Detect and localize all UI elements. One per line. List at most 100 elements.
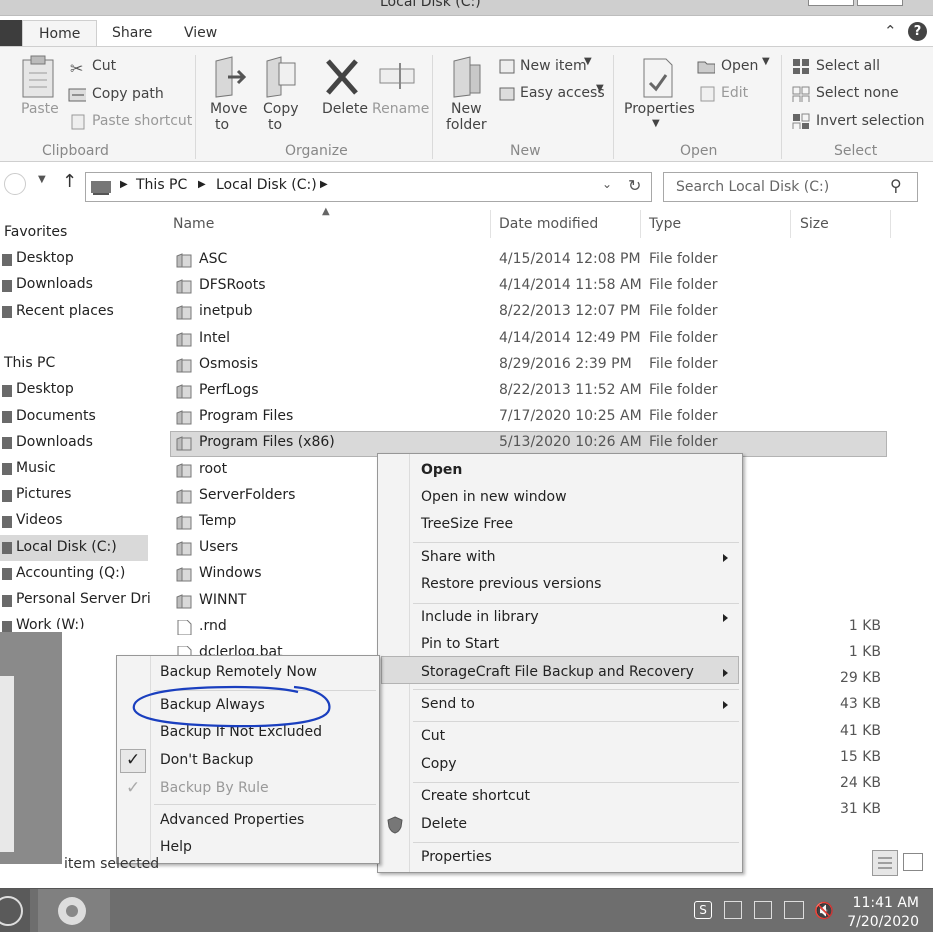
column-divider[interactable] xyxy=(890,210,891,238)
menu-restore-versions[interactable]: Restore previous versions xyxy=(421,576,601,592)
paste-button[interactable]: Paste xyxy=(21,101,59,117)
file-name-cell[interactable]: ASC xyxy=(199,251,227,267)
paste-shortcut-button[interactable]: Paste shortcut xyxy=(92,113,192,129)
new-item-dropdown-icon[interactable]: ▼ xyxy=(584,56,592,67)
file-name-cell[interactable]: Intel xyxy=(199,330,230,346)
nav-favorites[interactable]: Favorites xyxy=(4,224,67,240)
back-button[interactable] xyxy=(4,173,26,195)
tab-view[interactable]: View xyxy=(184,25,217,41)
column-size[interactable]: Size xyxy=(800,216,829,232)
properties-dropdown-icon[interactable]: ▼ xyxy=(652,118,660,129)
menu-storagecraft[interactable]: StorageCraft File Backup and Recovery xyxy=(421,664,694,680)
tab-share[interactable]: Share xyxy=(112,25,152,41)
copy-to-button-line2[interactable]: to xyxy=(268,117,282,133)
select-none-button[interactable]: Select none xyxy=(816,85,899,101)
move-to-button[interactable]: Move xyxy=(210,101,248,117)
collapse-ribbon-icon[interactable]: ⌃ xyxy=(884,22,897,40)
submenu-help[interactable]: Help xyxy=(160,839,192,855)
address-dropdown-icon[interactable]: ⌄ xyxy=(602,177,612,191)
open-button[interactable]: Open xyxy=(721,58,758,74)
minimize-button[interactable] xyxy=(808,0,854,6)
up-arrow-icon[interactable]: ↑ xyxy=(62,171,77,192)
tray-clock[interactable]: 11:41 AM 7/20/2020 xyxy=(847,894,919,932)
invert-selection-button[interactable]: Invert selection xyxy=(816,113,925,129)
breadcrumb-this-pc[interactable]: This PC xyxy=(136,177,187,193)
open-dropdown-icon[interactable]: ▼ xyxy=(762,56,770,67)
edit-button[interactable]: Edit xyxy=(721,85,748,101)
easy-access-dropdown-icon[interactable]: ▼ xyxy=(596,83,604,94)
column-divider[interactable] xyxy=(790,210,791,238)
nav-pc-documents[interactable]: Documents xyxy=(16,408,96,424)
refresh-icon[interactable]: ↻ xyxy=(628,176,641,195)
menu-pin-start[interactable]: Pin to Start xyxy=(421,636,499,652)
copy-to-button[interactable]: Copy xyxy=(263,101,299,117)
nav-pc-accounting[interactable]: Accounting (Q:) xyxy=(16,565,125,581)
file-name-cell[interactable]: root xyxy=(199,461,227,477)
new-folder-button-line2[interactable]: folder xyxy=(446,117,487,133)
submenu-backup-by-rule[interactable]: Backup By Rule xyxy=(160,780,269,796)
properties-button[interactable]: Properties xyxy=(624,101,695,117)
move-to-button-line2[interactable]: to xyxy=(215,117,229,133)
menu-send-to[interactable]: Send to xyxy=(421,696,475,712)
menu-cut[interactable]: Cut xyxy=(421,728,445,744)
new-item-button[interactable]: New item xyxy=(520,58,587,74)
file-name-cell[interactable]: Windows xyxy=(199,565,262,581)
file-tab[interactable] xyxy=(0,20,22,46)
maximize-button[interactable] xyxy=(857,0,903,6)
search-input[interactable]: Search Local Disk (C:) ⚲ xyxy=(663,172,918,202)
delete-button[interactable]: Delete xyxy=(322,101,368,117)
tray-app-icon[interactable] xyxy=(724,901,742,919)
rename-button[interactable]: Rename xyxy=(372,101,429,117)
nav-pc-desktop[interactable]: Desktop xyxy=(16,381,74,397)
nav-fav-desktop[interactable]: Desktop xyxy=(16,250,74,266)
file-name-cell[interactable]: Users xyxy=(199,539,238,555)
file-name-cell[interactable]: ServerFolders xyxy=(199,487,295,503)
menu-properties[interactable]: Properties xyxy=(421,849,492,865)
nav-pc-local-disk[interactable]: Local Disk (C:) xyxy=(16,539,117,555)
file-name-cell[interactable]: Program Files xyxy=(199,408,293,424)
breadcrumb-local-disk[interactable]: Local Disk (C:) xyxy=(216,177,317,193)
nav-pc-personal-server[interactable]: Personal Server Drive xyxy=(16,591,150,607)
taskbar-chrome[interactable] xyxy=(38,889,110,932)
column-divider[interactable] xyxy=(490,210,491,238)
nav-fav-downloads[interactable]: Downloads xyxy=(16,276,93,292)
address-bar[interactable]: ▶ This PC ▶ Local Disk (C:) ▶ ⌄ ↻ xyxy=(85,172,652,202)
submenu-backup-remotely[interactable]: Backup Remotely Now xyxy=(160,664,317,680)
action-center-icon[interactable] xyxy=(754,901,772,919)
storagecraft-tray-icon[interactable]: S xyxy=(694,901,712,919)
help-icon[interactable]: ? xyxy=(908,22,927,41)
file-name-cell[interactable]: Temp xyxy=(199,513,236,529)
file-name-cell[interactable]: .rnd xyxy=(199,618,227,634)
details-view-button[interactable] xyxy=(872,850,898,876)
menu-include-library[interactable]: Include in library xyxy=(421,609,539,625)
column-date[interactable]: Date modified xyxy=(499,216,598,232)
easy-access-button[interactable]: Easy access xyxy=(520,85,605,101)
file-name-cell[interactable]: PerfLogs xyxy=(199,382,259,398)
copy-path-button[interactable]: Copy path xyxy=(92,86,164,102)
nav-pc-videos[interactable]: Videos xyxy=(16,512,63,528)
column-divider[interactable] xyxy=(640,210,641,238)
menu-treesize[interactable]: TreeSize Free xyxy=(421,516,513,532)
nav-pc-music[interactable]: Music xyxy=(16,460,56,476)
network-icon[interactable] xyxy=(784,901,804,919)
recent-locations-icon[interactable]: ▼ xyxy=(38,174,46,185)
menu-copy[interactable]: Copy xyxy=(421,756,457,772)
nav-fav-recent[interactable]: Recent places xyxy=(16,303,114,319)
menu-open[interactable]: Open xyxy=(421,462,462,478)
file-name-cell[interactable]: Program Files (x86) xyxy=(199,434,335,450)
menu-create-shortcut[interactable]: Create shortcut xyxy=(421,788,530,804)
tab-home[interactable]: Home xyxy=(22,20,98,47)
cut-button[interactable]: Cut xyxy=(92,58,116,74)
nav-pc-pictures[interactable]: Pictures xyxy=(16,486,71,502)
submenu-dont-backup[interactable]: Don't Backup xyxy=(160,752,253,768)
submenu-advanced-properties[interactable]: Advanced Properties xyxy=(160,812,304,828)
volume-muted-icon[interactable]: 🔇 xyxy=(814,901,834,920)
menu-share-with[interactable]: Share with xyxy=(421,549,496,565)
file-name-cell[interactable]: DFSRoots xyxy=(199,277,266,293)
nav-pc-downloads[interactable]: Downloads xyxy=(16,434,93,450)
column-type[interactable]: Type xyxy=(649,216,681,232)
start-button[interactable] xyxy=(0,889,30,932)
large-icons-view-button[interactable] xyxy=(903,853,923,871)
search-icon[interactable]: ⚲ xyxy=(890,176,902,195)
menu-open-new-window[interactable]: Open in new window xyxy=(421,489,567,505)
